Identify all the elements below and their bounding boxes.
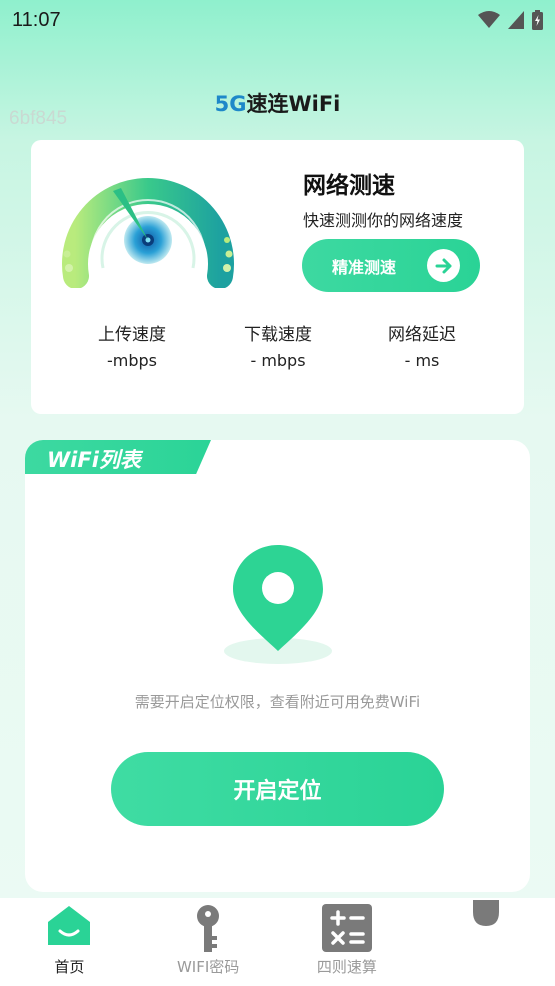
enable-location-label: 开启定位 (233, 779, 322, 804)
speed-test-subtitle: 快速测测你的网络速度 (303, 211, 464, 230)
latency-metric: 网络延迟 - ms (357, 320, 487, 370)
status-time: 11:07 (12, 8, 61, 31)
app-title-accent: 5G (214, 92, 247, 116)
arrow-right-icon (427, 249, 460, 282)
nav-label-calculator: 四则速算 (316, 958, 377, 976)
download-speed-metric: 下载速度 - mbps (213, 320, 343, 370)
wifi-list-tab-label: WiFi列表 (47, 448, 141, 472)
calculator-icon (321, 904, 372, 952)
latency-label: 网络延迟 (388, 325, 456, 345)
cell-signal-icon (508, 11, 524, 29)
wifi-signal-icon (478, 11, 500, 28)
app-title: 5G速连WiFi (0, 88, 555, 118)
download-speed-value: - mbps (250, 351, 306, 370)
key-icon (197, 905, 220, 952)
bottom-nav: 首页 WIFI密码 四则速算 (0, 898, 555, 986)
nav-item-wifi-password[interactable]: WIFI密码 (139, 898, 278, 986)
download-speed-label: 下载速度 (244, 325, 312, 345)
upload-speed-value: -mbps (106, 351, 157, 370)
nav-item-extra[interactable] (416, 898, 555, 986)
upload-speed-label: 上传速度 (98, 325, 166, 345)
location-pin-icon (224, 545, 332, 664)
nav-label-wifi-password: WIFI密码 (176, 958, 240, 976)
home-icon (48, 906, 91, 945)
battery-icon (532, 10, 543, 30)
latency-value: - ms (404, 351, 440, 370)
leaf-icon (472, 900, 499, 926)
nav-label-home: 首页 (54, 958, 85, 976)
speedometer-icon (62, 177, 234, 288)
status-icons (478, 10, 543, 30)
app-title-rest: 速连WiFi (246, 92, 341, 116)
nav-item-home[interactable]: 首页 (0, 898, 139, 986)
wifi-list-card: WiFi列表 需要开启定位权限，查看附近可用免费WiFi 开启定位 (25, 440, 530, 892)
location-permission-hint: 需要开启定位权限，查看附近可用免费WiFi (134, 693, 421, 711)
enable-location-button[interactable]: 开启定位 (111, 752, 444, 826)
nav-item-calculator[interactable]: 四则速算 (278, 898, 417, 986)
speed-test-card: 网络测速 快速测测你的网络速度 精准测速 上传速度 -mbps 下载速度 - m… (31, 140, 524, 414)
status-bar: 11:07 (0, 0, 555, 40)
precise-speed-test-button[interactable]: 精准测速 (302, 239, 480, 292)
upload-speed-metric: 上传速度 -mbps (67, 320, 197, 370)
speed-test-title: 网络测速 (303, 173, 395, 199)
precise-speed-test-label: 精准测速 (332, 257, 397, 277)
